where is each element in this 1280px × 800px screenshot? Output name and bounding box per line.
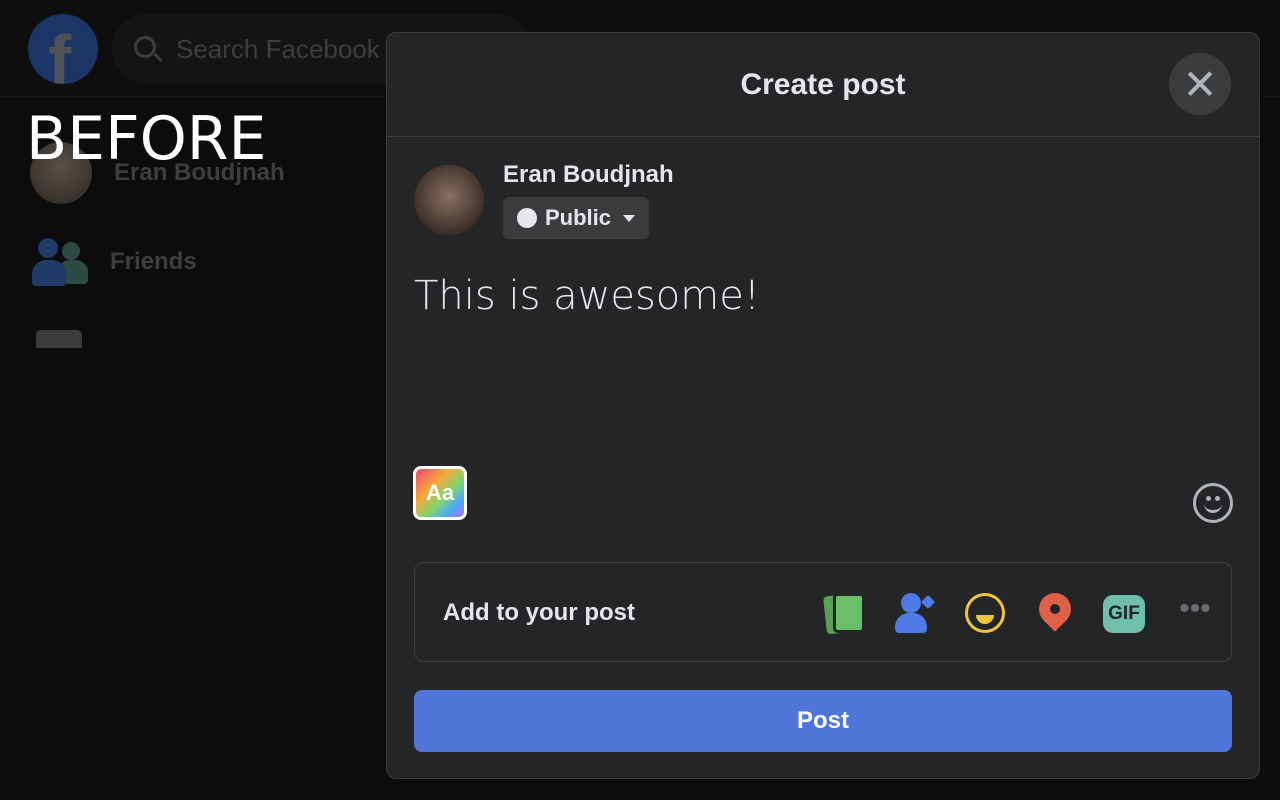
text-background-button[interactable]: Aa — [413, 466, 467, 520]
search-icon — [134, 36, 156, 58]
feeds-icon — [36, 330, 82, 348]
check-in-icon[interactable] — [1032, 586, 1078, 635]
tag-people-icon[interactable] — [893, 591, 937, 635]
sidebar-item-friends[interactable]: Friends — [30, 238, 197, 286]
add-to-post-label: Add to your post — [443, 599, 635, 626]
post-text-input[interactable]: This is awesome! — [414, 273, 760, 319]
gif-icon[interactable]: GIF — [1103, 591, 1147, 635]
audience-label: Public — [545, 205, 612, 230]
more-icon[interactable]: ••• — [1173, 591, 1217, 635]
add-to-post-panel: Add to your post GIF ••• — [414, 562, 1232, 662]
create-post-dialog: Create post ✕ Eran Boudjnah Public This … — [386, 32, 1260, 779]
caret-down-icon — [623, 214, 636, 222]
post-button[interactable]: Post — [414, 690, 1232, 752]
photo-video-icon[interactable] — [823, 591, 867, 635]
audience-selector[interactable]: Public — [503, 197, 650, 239]
user-name: Eran Boudjnah — [503, 161, 674, 188]
facebook-logo[interactable]: f — [28, 14, 98, 84]
globe-icon — [517, 208, 537, 228]
sidebar-item-label: Friends — [110, 248, 197, 275]
close-button[interactable]: ✕ — [1169, 53, 1231, 115]
feeling-icon[interactable] — [963, 591, 1007, 635]
search-placeholder: Search Facebook — [176, 34, 380, 64]
emoji-icon[interactable] — [1193, 483, 1233, 523]
dialog-header: Create post ✕ — [387, 33, 1259, 137]
friends-icon — [30, 238, 88, 286]
before-label: BEFORE — [26, 104, 267, 174]
avatar — [414, 165, 484, 235]
dialog-title: Create post — [740, 68, 906, 101]
close-icon: ✕ — [1182, 60, 1218, 108]
